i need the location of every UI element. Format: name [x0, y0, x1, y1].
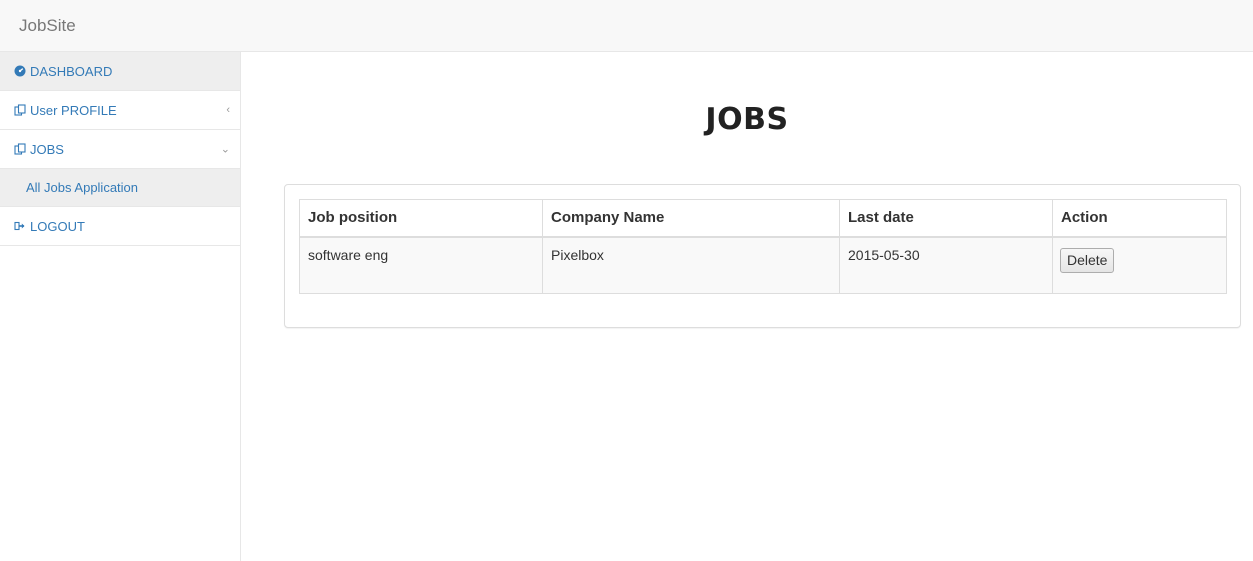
sidebar-item-jobs[interactable]: JOBS ⌄ — [0, 130, 240, 169]
files-icon — [13, 104, 26, 117]
column-header-last-date: Last date — [839, 199, 1053, 238]
delete-button[interactable]: Delete — [1060, 247, 1115, 273]
last-date-cell: 2015-05-30 — [839, 236, 1053, 294]
company-name-cell: Pixelbox — [542, 236, 840, 294]
table-header-row: Job position Company Name Last date Acti… — [299, 199, 1227, 238]
jobs-table: Job position Company Name Last date Acti… — [299, 199, 1227, 294]
chevron-left-icon: ‹ — [226, 104, 230, 116]
sidebar: DASHBOARD User PROFILE ‹ JOBS ⌄ All Jobs… — [0, 52, 241, 561]
column-header-action: Action — [1052, 199, 1227, 238]
column-header-company-name: Company Name — [542, 199, 840, 238]
sidebar-item-label: LOGOUT — [30, 218, 85, 234]
sign-out-icon — [13, 220, 26, 233]
files-icon — [13, 143, 26, 156]
page-title: JOBS — [705, 102, 789, 137]
table-row: software eng Pixelbox 2015-05-30 Delete — [299, 236, 1227, 294]
action-cell: Delete — [1052, 236, 1227, 294]
sidebar-item-logout[interactable]: LOGOUT — [0, 207, 240, 246]
sidebar-item-label: User PROFILE — [30, 102, 117, 118]
dashboard-icon — [13, 65, 26, 78]
top-navbar: JobSite — [0, 0, 1253, 52]
sidebar-item-label: JOBS — [30, 141, 64, 157]
brand-link[interactable]: JobSite — [19, 16, 76, 36]
sidebar-item-label: DASHBOARD — [30, 63, 113, 79]
job-position-cell: software eng — [299, 236, 543, 294]
jobs-panel: Job position Company Name Last date Acti… — [284, 184, 1241, 328]
sidebar-item-label: All Jobs Application — [26, 180, 139, 195]
column-header-job-position: Job position — [299, 199, 543, 238]
sidebar-subitem-all-jobs-application[interactable]: All Jobs Application — [0, 169, 240, 207]
chevron-down-icon: ⌄ — [220, 143, 230, 156]
sidebar-item-dashboard[interactable]: DASHBOARD — [0, 52, 240, 91]
sidebar-item-user-profile[interactable]: User PROFILE ‹ — [0, 91, 240, 130]
